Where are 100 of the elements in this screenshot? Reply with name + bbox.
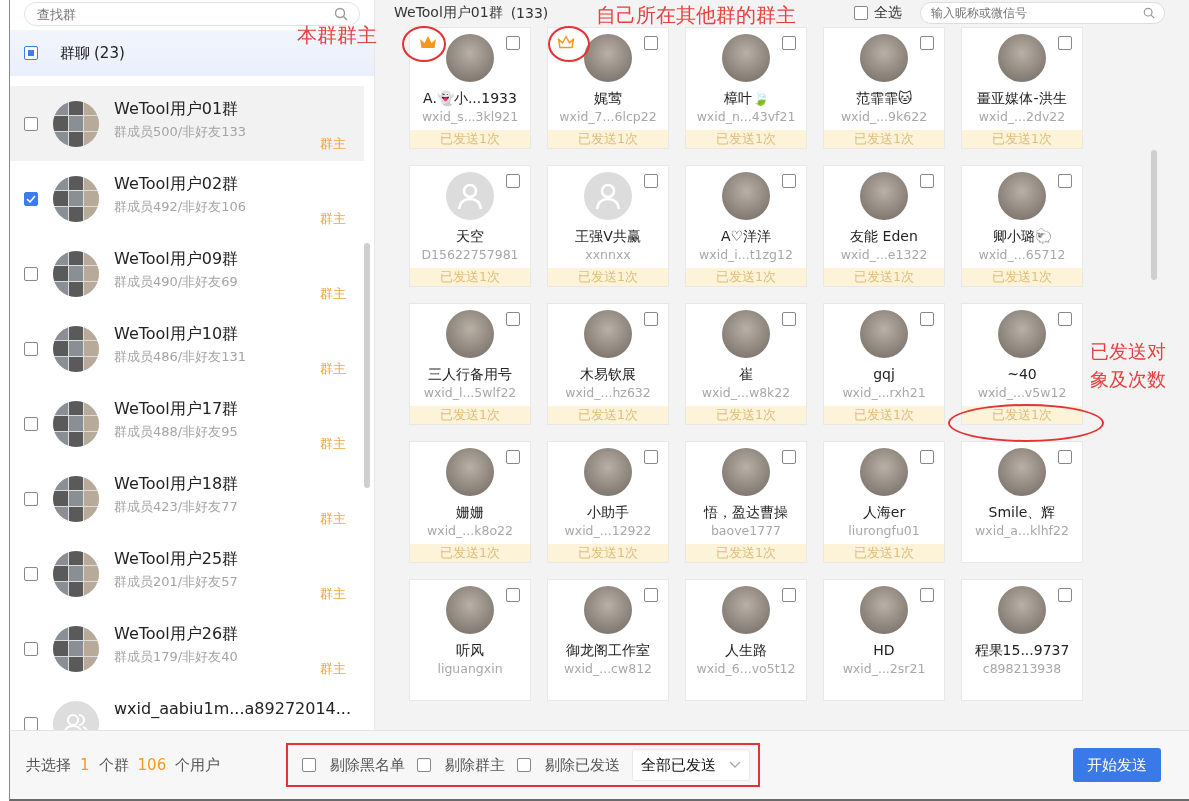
member-card[interactable]: 御龙阁工作室 wxid_...cw812: [547, 579, 669, 701]
scrollbar[interactable]: [1151, 150, 1157, 280]
checkbox[interactable]: [302, 758, 316, 772]
checkbox[interactable]: [644, 174, 658, 188]
member-card[interactable]: 姗姗 wxid_...k8o22 已发送1次: [409, 441, 531, 563]
sent-count-badge: 已发送1次: [962, 130, 1082, 148]
member-card[interactable]: gqj wxid_...rxh21 已发送1次: [823, 303, 945, 425]
select-all-label: 全选: [874, 4, 902, 22]
member-id: wxid_...v5w12: [977, 385, 1067, 400]
member-name: 畺亚媒体-洪生: [977, 89, 1067, 107]
member-card[interactable]: 听风 liguangxin: [409, 579, 531, 701]
sent-count-badge: 已发送1次: [686, 544, 806, 562]
checkbox[interactable]: [24, 116, 38, 131]
member-card[interactable]: 木易钦展 wxid_...hz632 已发送1次: [547, 303, 669, 425]
checkbox[interactable]: [854, 6, 868, 20]
member-card[interactable]: 卿小璐🐑 wxid_...65712 已发送1次: [961, 165, 1083, 287]
checkbox[interactable]: [782, 588, 796, 602]
group-row[interactable]: WeTool用户01群 群成员500/非好友133 群主: [10, 86, 364, 161]
group-row[interactable]: WeTool用户09群 群成员490/非好友69 群主: [10, 236, 364, 311]
group-name: WeTool用户01群: [114, 99, 240, 120]
member-id: baove1777: [710, 523, 782, 538]
checkbox[interactable]: [920, 36, 934, 50]
member-name: gqj: [873, 365, 895, 383]
search-field[interactable]: 输入昵称或微信号: [920, 2, 1165, 24]
checkbox[interactable]: [782, 312, 796, 326]
member-card[interactable]: HD wxid_...2sr21: [823, 579, 945, 701]
member-card[interactable]: 天空 D15622757981 已发送1次: [409, 165, 531, 287]
checkbox[interactable]: [24, 566, 38, 581]
group-row[interactable]: WeTool用户26群 群成员179/非好友40 群主: [10, 611, 364, 686]
checkbox[interactable]: [417, 758, 431, 772]
checkbox[interactable]: [506, 174, 520, 188]
member-card[interactable]: 王强V共赢 xxnnxx 已发送1次: [547, 165, 669, 287]
checkbox[interactable]: [24, 341, 38, 356]
member-card[interactable]: 崔 wxid_...w8k22 已发送1次: [685, 303, 807, 425]
checkbox[interactable]: [24, 266, 38, 281]
member-card[interactable]: Smile、辉 wxid_a...klhf22: [961, 441, 1083, 563]
member-card[interactable]: ~40 wxid_...v5w12 已发送1次: [961, 303, 1083, 425]
group-row[interactable]: WeTool用户10群 群成员486/非好友131 群主: [10, 311, 364, 386]
group-row[interactable]: WeTool用户18群 群成员423/非好友77 群主: [10, 461, 364, 536]
checkbox[interactable]: [782, 174, 796, 188]
group-row[interactable]: WeTool用户17群 群成员488/非好友95 群主: [10, 386, 364, 461]
highlight-circle: [548, 26, 590, 62]
checkbox[interactable]: [24, 641, 38, 656]
start-send-button[interactable]: 开始发送: [1073, 748, 1161, 782]
group-row[interactable]: WeTool用户02群 群成员492/非好友106 群主: [10, 161, 364, 236]
highlight-circle: [402, 26, 446, 62]
member-card[interactable]: 程果15...9737 c898213938: [961, 579, 1083, 701]
member-card[interactable]: 畺亚媒体-洪生 wxid_...2dv22 已发送1次: [961, 27, 1083, 149]
checkbox[interactable]: [920, 450, 934, 464]
checkbox[interactable]: [1058, 174, 1072, 188]
member-card[interactable]: 樟叶🍃 wxid_n...43vf21 已发送1次: [685, 27, 807, 149]
sent-count-badge: 已发送1次: [410, 268, 530, 286]
checkbox[interactable]: [920, 588, 934, 602]
member-id: wxid_...65712: [978, 247, 1066, 262]
member-card[interactable]: 小助手 wxid_...12922 已发送1次: [547, 441, 669, 563]
checkbox[interactable]: [644, 450, 658, 464]
checkbox[interactable]: [644, 36, 658, 50]
member-card[interactable]: A♡洋洋 wxid_i...t1zg12 已发送1次: [685, 165, 807, 287]
owner-label: 群主: [320, 510, 346, 528]
group-row[interactable]: WeTool用户25群 群成员201/非好友57 群主: [10, 536, 364, 611]
sent-count-badge: 已发送1次: [824, 406, 944, 424]
checkbox[interactable]: [920, 174, 934, 188]
checkbox[interactable]: [506, 450, 520, 464]
checkbox[interactable]: [506, 312, 520, 326]
checkbox[interactable]: [24, 416, 38, 431]
filter-dropdown[interactable]: 全部已发送: [632, 749, 750, 781]
checkbox[interactable]: [24, 191, 38, 206]
member-card[interactable]: 悟，盈达曹操 baove1777 已发送1次: [685, 441, 807, 563]
checkbox[interactable]: [1058, 36, 1072, 50]
group-avatar: [53, 250, 99, 297]
member-card[interactable]: 人海er liurongfu01 已发送1次: [823, 441, 945, 563]
checkbox[interactable]: [506, 588, 520, 602]
checkbox[interactable]: [24, 491, 38, 506]
member-name: 崔: [739, 365, 753, 383]
member-card[interactable]: 范霏霏🐱 wxid_...9k622 已发送1次: [823, 27, 945, 149]
option-label[interactable]: 剔除黑名单: [330, 755, 405, 775]
member-card[interactable]: 娓莺 wxid_7...6lcp22 已发送1次: [547, 27, 669, 149]
member-id: wxid_...e1322: [840, 247, 928, 262]
checkbox[interactable]: [517, 758, 531, 772]
checkbox[interactable]: [1058, 450, 1072, 464]
checkbox[interactable]: [1058, 588, 1072, 602]
checkbox[interactable]: [782, 450, 796, 464]
checkbox[interactable]: [920, 312, 934, 326]
checkbox[interactable]: [644, 312, 658, 326]
checkbox[interactable]: [644, 588, 658, 602]
checkbox[interactable]: [24, 716, 38, 730]
member-name: 程果15...9737: [974, 641, 1070, 659]
search-field[interactable]: 查找群: [24, 2, 360, 26]
scrollbar[interactable]: [364, 243, 370, 488]
checkbox[interactable]: [24, 46, 38, 60]
checkbox[interactable]: [506, 36, 520, 50]
option-label[interactable]: 剔除群主: [445, 755, 505, 775]
option-label[interactable]: 剔除已发送: [545, 755, 620, 775]
member-card[interactable]: 三人行备用号 wxid_l...5wlf22 已发送1次: [409, 303, 531, 425]
member-card[interactable]: A.👻小...1933 wxid_s...3kl921 已发送1次: [409, 27, 531, 149]
member-card[interactable]: 人生路 wxid_6...vo5t12: [685, 579, 807, 701]
member-card[interactable]: 友能 Eden wxid_...e1322 已发送1次: [823, 165, 945, 287]
checkbox[interactable]: [782, 36, 796, 50]
group-avatar: [53, 400, 99, 447]
checkbox[interactable]: [1058, 312, 1072, 326]
